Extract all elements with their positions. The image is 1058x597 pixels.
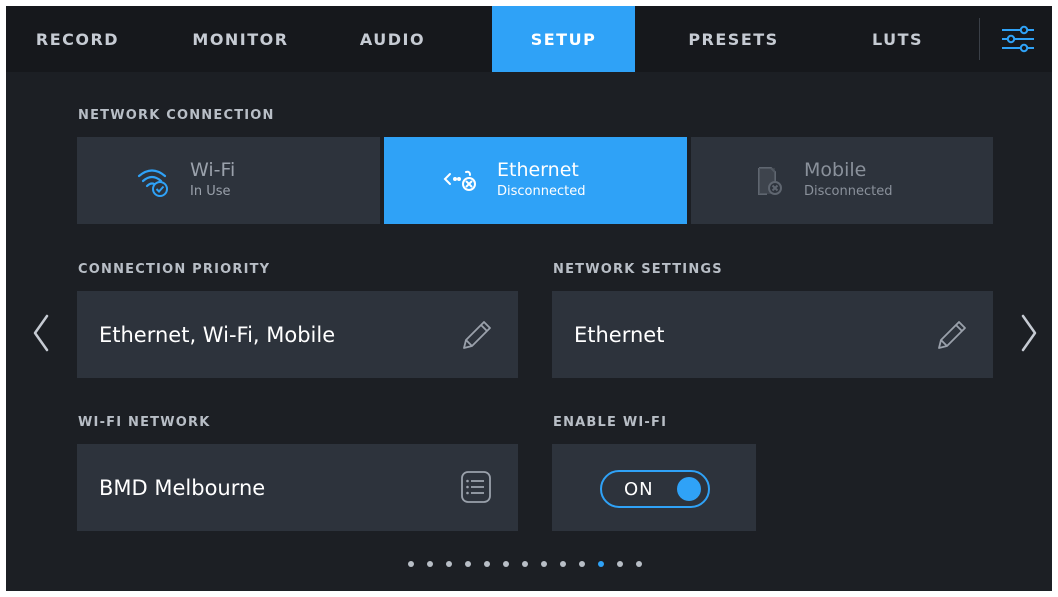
tab-setup[interactable]: SETUP (492, 6, 635, 72)
tab-record[interactable]: RECORD (6, 6, 149, 72)
ethernet-option[interactable]: Ethernet Disconnected (384, 137, 687, 224)
list-icon[interactable] (457, 468, 495, 506)
pencil-icon[interactable] (932, 315, 970, 353)
sliders-icon (1002, 25, 1034, 53)
tab-setup-label: SETUP (530, 29, 597, 49)
page-dot (560, 561, 566, 567)
page-dot (446, 561, 452, 567)
page-dot (522, 561, 528, 567)
setup-screen: RECORD MONITOR AUDIO SETUP PRESETS LUTS … (6, 6, 1052, 591)
tab-monitor[interactable]: MONITOR (169, 6, 312, 72)
previous-page-button[interactable] (26, 311, 56, 355)
tab-audio[interactable]: AUDIO (321, 6, 464, 72)
page-dot (465, 561, 471, 567)
sliders-menu-button[interactable] (998, 20, 1038, 58)
tab-monitor-label: MONITOR (192, 29, 289, 49)
page-indicator (408, 559, 668, 569)
enable-wifi-label: ENABLE WI-FI (553, 415, 668, 430)
toggle-state-label: ON (624, 478, 654, 500)
toggle-knob (677, 477, 701, 501)
chevron-left-icon (33, 314, 49, 352)
wifi-network-value: BMD Melbourne (99, 475, 266, 500)
page-dot (484, 561, 490, 567)
chevron-right-icon (1021, 314, 1037, 352)
wifi-option[interactable]: Wi-Fi In Use (77, 137, 380, 224)
next-page-button[interactable] (1014, 311, 1044, 355)
mobile-option-status: Disconnected (804, 184, 893, 199)
network-settings-label: NETWORK SETTINGS (553, 262, 723, 277)
tab-luts-label: LUTS (871, 29, 924, 49)
page-dot (427, 561, 433, 567)
pencil-icon[interactable] (457, 315, 495, 353)
connection-priority-field[interactable]: Ethernet, Wi-Fi, Mobile (77, 291, 518, 378)
page-dot (617, 561, 623, 567)
ethernet-option-status: Disconnected (497, 184, 586, 199)
tab-presets-label: PRESETS (688, 29, 779, 49)
connection-priority-value: Ethernet, Wi-Fi, Mobile (99, 322, 336, 347)
tab-presets[interactable]: PRESETS (662, 6, 805, 72)
tab-divider (979, 18, 980, 60)
tab-luts[interactable]: LUTS (826, 6, 969, 72)
tab-bar: RECORD MONITOR AUDIO SETUP PRESETS LUTS (6, 6, 1052, 72)
page-dot (598, 561, 604, 567)
mobile-option-title: Mobile (804, 159, 867, 181)
ethernet-option-title: Ethernet (497, 159, 579, 181)
enable-wifi-toggle[interactable]: ON (600, 470, 710, 508)
network-settings-value: Ethernet (574, 322, 665, 347)
page-dot (503, 561, 509, 567)
page-dot (636, 561, 642, 567)
page-dot (579, 561, 585, 567)
wifi-network-label: WI-FI NETWORK (78, 415, 211, 430)
ethernet-disconnected-icon (442, 163, 478, 199)
tab-audio-label: AUDIO (359, 29, 426, 49)
connection-priority-label: CONNECTION PRIORITY (78, 262, 271, 277)
page-dot (541, 561, 547, 567)
wifi-option-title: Wi-Fi (190, 159, 236, 181)
mobile-disconnected-icon (751, 163, 787, 199)
wifi-network-field[interactable]: BMD Melbourne (77, 444, 518, 531)
tab-record-label: RECORD (35, 29, 120, 49)
wifi-option-status: In Use (190, 184, 231, 199)
page-dot (408, 561, 414, 567)
mobile-option[interactable]: Mobile Disconnected (691, 137, 993, 224)
network-connection-label: NETWORK CONNECTION (78, 108, 275, 123)
wifi-check-icon (135, 163, 171, 199)
network-settings-field[interactable]: Ethernet (552, 291, 993, 378)
